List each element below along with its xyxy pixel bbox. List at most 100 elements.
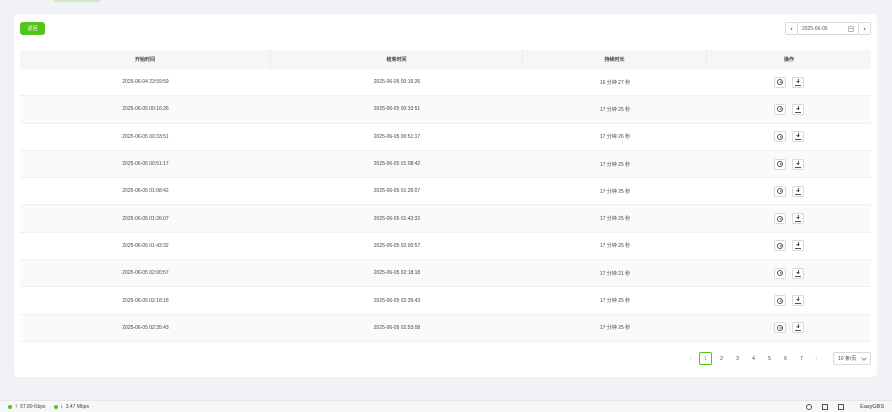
header-actions: 操作 — [783, 57, 794, 63]
play-button[interactable] — [774, 267, 786, 279]
cell-duration: 16 分钟 27 秒 — [599, 79, 631, 86]
upload-arrow-icon: ↑ — [14, 403, 19, 410]
page-numbers: 1234567 — [699, 352, 808, 365]
cell-start-time: 2025-06-05 01:43:32 — [122, 242, 169, 249]
cell-start-time: 2025-06-04 23:59:59 — [122, 79, 169, 86]
play-circle-icon — [777, 188, 783, 195]
cell-duration: 17 分钟 25 秒 — [599, 298, 631, 305]
header-start-time: 开始时间 — [20, 50, 271, 69]
download-button[interactable] — [792, 131, 804, 143]
cell-start-time: 2025-06-05 02:18:18 — [122, 297, 169, 304]
play-button[interactable] — [774, 103, 786, 115]
back-button[interactable]: 返回 — [20, 22, 45, 35]
cell-duration: 17 分钟 25 秒 — [599, 188, 631, 195]
cell-end-time: 2025-06-05 02:18:18 — [373, 270, 421, 277]
date-picker-group: ‹ 2025-06-05 › — [785, 22, 871, 35]
cell-actions — [707, 131, 871, 143]
download-button[interactable] — [792, 213, 804, 225]
download-button[interactable] — [792, 103, 804, 115]
cell-end-time: 2025-06-05 02:00:57 — [373, 242, 421, 249]
recording-panel: 返回 ‹ 2025-06-05 › 开始时间 结束时间 持续时长 操作 2025… — [14, 14, 877, 377]
download-button[interactable] — [792, 267, 804, 279]
play-button[interactable] — [774, 295, 786, 307]
play-circle-icon — [777, 270, 783, 277]
date-value: 2025-06-05 — [802, 25, 828, 32]
page-number-button[interactable]: 3 — [731, 352, 744, 365]
cell-end-time: 2025-06-05 00:51:17 — [373, 133, 421, 140]
cell-start-time: 2025-06-05 00:33:51 — [122, 133, 169, 140]
table-row: 2025-06-05 02:00:57 2025-06-05 02:18:18 17… — [20, 260, 871, 288]
cell-duration: 17 分钟 25 秒 — [599, 325, 631, 332]
table-row: 2025-06-05 00:51:17 2025-06-05 01:08:42 17… — [20, 150, 871, 179]
logout-icon[interactable] — [838, 403, 845, 410]
play-circle-icon — [777, 297, 783, 304]
prev-page-button[interactable]: ‹ — [685, 353, 696, 364]
play-button[interactable] — [774, 76, 786, 88]
page-number-button[interactable]: 6 — [779, 352, 792, 365]
cell-actions — [707, 267, 871, 279]
play-button[interactable] — [774, 131, 786, 143]
recording-table: 开始时间 结束时间 持续时长 操作 2025-06-04 23:59:59 202… — [20, 50, 871, 342]
table-body: 2025-06-04 23:59:59 2025-06-05 00:16:26 16… — [20, 69, 871, 342]
download-button[interactable] — [792, 240, 804, 252]
download-speed: 3.47 Mbps — [65, 403, 90, 410]
cell-start-time: 2025-06-05 00:16:26 — [122, 106, 169, 113]
cell-actions — [707, 103, 871, 115]
cell-end-time: 2025-06-05 02:53:08 — [373, 324, 421, 331]
play-circle-icon — [777, 324, 783, 331]
page-number-button[interactable]: 5 — [763, 352, 776, 365]
upload-speed: 57.89 Kbps — [20, 403, 46, 410]
download-button[interactable] — [792, 295, 804, 307]
prev-day-button[interactable]: ‹ — [785, 22, 798, 35]
pagination: ‹ 1234567 › 10 条/页 — [685, 352, 871, 365]
date-input[interactable]: 2025-06-05 — [798, 22, 858, 35]
cell-actions — [707, 295, 871, 307]
page-number-button[interactable]: 1 — [699, 352, 712, 365]
table-row: 2025-06-05 00:16:26 2025-06-05 00:33:51 17… — [20, 96, 871, 124]
cell-start-time: 2025-06-05 00:51:17 — [122, 161, 169, 168]
download-icon — [795, 78, 801, 86]
next-day-button[interactable]: › — [858, 22, 871, 35]
download-button[interactable] — [792, 322, 804, 334]
status-bar-tools: EasyGBS — [806, 403, 884, 410]
table-row: 2025-06-05 01:26:07 2025-06-05 01:43:32 17… — [20, 205, 871, 233]
document-icon[interactable] — [822, 403, 829, 410]
clock-icon[interactable] — [806, 403, 813, 410]
play-button[interactable] — [774, 213, 786, 225]
cell-actions — [707, 240, 871, 252]
brand-name: EasyGBS — [860, 403, 884, 410]
download-button[interactable] — [792, 158, 804, 170]
page-number-button[interactable]: 4 — [747, 352, 760, 365]
cell-end-time: 2025-06-05 01:43:32 — [373, 215, 421, 222]
cell-actions — [707, 76, 871, 88]
play-button[interactable] — [774, 322, 786, 334]
play-button[interactable] — [774, 158, 786, 170]
cell-duration: 17 分钟 25 秒 — [599, 106, 631, 113]
cell-duration: 17 分钟 26 秒 — [599, 134, 631, 141]
play-button[interactable] — [774, 185, 786, 197]
play-circle-icon — [777, 106, 783, 113]
download-button[interactable] — [792, 76, 804, 88]
cell-start-time: 2025-06-05 01:26:07 — [122, 215, 169, 222]
cell-duration: 17 分钟 25 秒 — [599, 243, 631, 250]
cell-end-time: 2025-06-05 01:08:42 — [373, 161, 421, 168]
page-number-button[interactable]: 2 — [715, 352, 728, 365]
table-row: 2025-06-04 23:59:59 2025-06-05 00:16:26 16… — [20, 69, 871, 97]
calendar-icon — [848, 25, 854, 32]
active-tab-indicator — [54, 0, 100, 2]
header-end-time: 结束时间 — [271, 50, 523, 69]
page-size-select[interactable]: 10 条/页 — [833, 352, 871, 365]
page-number-button[interactable]: 7 — [795, 352, 808, 365]
download-icon — [795, 242, 801, 250]
table-row: 2025-06-05 01:43:32 2025-06-05 02:00:57 17… — [20, 233, 871, 261]
cell-duration: 17 分钟 25 秒 — [599, 216, 631, 223]
play-circle-icon — [777, 133, 783, 140]
upload-status-dot — [8, 404, 12, 409]
download-icon — [795, 269, 801, 277]
next-page-button[interactable]: › — [811, 353, 822, 364]
cell-actions — [707, 185, 871, 197]
play-button[interactable] — [774, 240, 786, 252]
download-button[interactable] — [792, 185, 804, 197]
download-icon — [795, 324, 801, 332]
cell-actions — [707, 322, 871, 334]
